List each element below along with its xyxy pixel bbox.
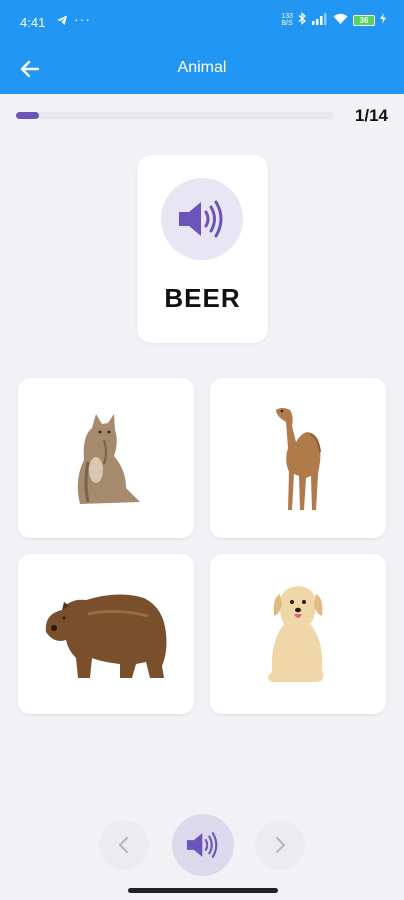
page-title: Animal bbox=[177, 59, 227, 76]
next-button[interactable] bbox=[255, 820, 305, 870]
play-audio-button[interactable] bbox=[172, 814, 234, 876]
cat-image bbox=[77, 414, 140, 504]
previous-button[interactable] bbox=[99, 820, 149, 870]
progress-bar bbox=[16, 112, 334, 119]
wifi-icon bbox=[333, 13, 348, 28]
dog-image bbox=[268, 586, 324, 682]
option-camel[interactable] bbox=[210, 378, 386, 538]
option-bear[interactable] bbox=[18, 554, 194, 714]
speaker-icon bbox=[186, 832, 218, 858]
speaker-icon bbox=[179, 200, 223, 238]
chevron-right-icon bbox=[276, 837, 285, 853]
battery-icon: 36 bbox=[353, 14, 375, 26]
camel-image bbox=[276, 408, 321, 510]
chevron-left-icon bbox=[119, 837, 128, 853]
option-dog[interactable] bbox=[210, 554, 386, 714]
play-word-button[interactable] bbox=[161, 178, 243, 260]
bear-image bbox=[45, 594, 167, 678]
home-indicator bbox=[128, 888, 278, 893]
progress-count: 1/14 bbox=[354, 106, 388, 125]
bluetooth-icon bbox=[298, 12, 307, 28]
option-cat[interactable] bbox=[18, 378, 194, 538]
charging-icon bbox=[380, 13, 386, 27]
more-dots-icon: ··· bbox=[74, 11, 91, 27]
bottom-controls bbox=[0, 812, 404, 876]
network-speed-unit: B/S bbox=[281, 20, 293, 27]
quiz-word: BEER bbox=[164, 283, 241, 313]
progress-fill bbox=[16, 112, 39, 119]
telegram-icon bbox=[56, 14, 68, 29]
word-card: BEER bbox=[137, 155, 268, 343]
network-speed-value: 133 bbox=[281, 13, 293, 20]
status-time: 4:41 bbox=[20, 15, 46, 30]
signal-icon bbox=[312, 12, 328, 28]
app-bar: Animal bbox=[0, 44, 404, 94]
network-speed: 133 B/S bbox=[281, 13, 293, 27]
status-bar: 4:41 ··· 133 B/S 36 bbox=[0, 0, 404, 44]
